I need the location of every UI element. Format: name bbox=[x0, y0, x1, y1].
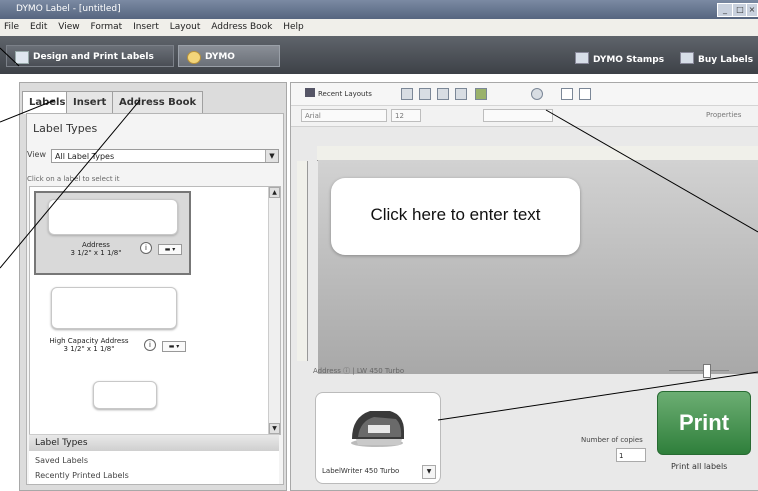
printer-name: LabelWriter 450 Turbo bbox=[322, 467, 400, 475]
label-thumbnail bbox=[51, 287, 177, 329]
label-name: High Capacity Address bbox=[49, 337, 129, 345]
tab-insert[interactable]: Insert bbox=[66, 91, 114, 114]
view-select-value: All Label Types bbox=[55, 152, 115, 161]
labels-pane: Label Types View All Label Types ▼ Click… bbox=[26, 113, 284, 485]
window-title: DYMO Label - [untitled] bbox=[16, 4, 121, 14]
close-button[interactable]: × bbox=[746, 3, 758, 17]
menu-bar: File Edit View Format Insert Layout Addr… bbox=[0, 19, 758, 37]
print-all-labels: Print all labels bbox=[671, 462, 728, 471]
label-gallery: Address 3 1/2" x 1 1/8" i ▬ ▾ High Capac… bbox=[29, 186, 281, 435]
minimize-button[interactable]: _ bbox=[717, 3, 733, 17]
left-panel: Labels Insert Address Book Label Types V… bbox=[19, 82, 287, 491]
select-hint: Click on a label to select it bbox=[27, 175, 120, 183]
gallery-scrollbar[interactable]: ▲ ▼ bbox=[268, 187, 280, 434]
zoom-slider-handle[interactable] bbox=[703, 364, 711, 378]
printer-icon bbox=[351, 411, 404, 447]
stamp-icon bbox=[575, 52, 589, 64]
label-types-bar[interactable]: Label Types bbox=[29, 435, 279, 451]
menu-view[interactable]: View bbox=[54, 19, 83, 32]
properties-button[interactable]: Properties bbox=[703, 109, 758, 122]
chevron-down-icon[interactable]: ▼ bbox=[422, 465, 436, 479]
label-item-address[interactable]: Address 3 1/2" x 1 1/8" i ▬ ▾ bbox=[34, 191, 191, 275]
undo-icon[interactable] bbox=[455, 88, 467, 100]
tab-dymo-online[interactable]: DYMO Online bbox=[178, 45, 280, 84]
menu-address-book[interactable]: Address Book bbox=[207, 19, 276, 32]
chevron-down-icon: ▼ bbox=[265, 150, 278, 162]
menu-help[interactable]: Help bbox=[279, 19, 308, 32]
tab-address-book[interactable]: Address Book bbox=[112, 91, 204, 114]
copy-icon[interactable] bbox=[437, 88, 449, 100]
print-button[interactable]: Print bbox=[657, 391, 751, 455]
font-size-select[interactable]: 12 bbox=[391, 109, 421, 122]
scroll-down-icon[interactable]: ▼ bbox=[269, 423, 280, 434]
recent-labels-link[interactable]: Recently Printed Labels bbox=[35, 471, 129, 480]
label-item-high-capacity[interactable]: High Capacity Address 3 1/2" x 1 1/8" i … bbox=[34, 281, 191, 371]
menu-edit[interactable]: Edit bbox=[26, 19, 51, 32]
label-name: Address bbox=[82, 241, 110, 249]
scroll-up-icon[interactable]: ▲ bbox=[269, 187, 280, 198]
font-select[interactable]: Arial bbox=[301, 109, 387, 122]
copies-stepper[interactable]: 1 bbox=[616, 448, 646, 462]
horizontal-ruler bbox=[317, 146, 758, 161]
info-icon[interactable]: i bbox=[144, 339, 156, 351]
editor-toolbar: Recent Layouts bbox=[291, 83, 758, 106]
view-select[interactable]: All Label Types ▼ bbox=[51, 149, 279, 163]
label-icon bbox=[15, 51, 29, 64]
zoom-icon[interactable] bbox=[531, 88, 543, 100]
buy-labels-link[interactable]: Buy Labels bbox=[680, 52, 753, 65]
globe-icon bbox=[187, 51, 201, 64]
label-options-button[interactable]: ▬ ▾ bbox=[162, 341, 186, 352]
menu-layout[interactable]: Layout bbox=[166, 19, 205, 32]
menu-file[interactable]: File bbox=[0, 19, 23, 32]
title-bar: DYMO Label - [untitled] _ □ × bbox=[0, 0, 758, 19]
label-size: 3 1/2" x 1 1/8" bbox=[70, 249, 122, 257]
dymo-stamps-link[interactable]: DYMO Stamps bbox=[575, 52, 664, 65]
editor-panel: Recent Layouts Arial 12 Properties Click… bbox=[290, 82, 758, 491]
label-size: 3 1/2" x 1 1/8" bbox=[63, 345, 115, 353]
align-right-icon[interactable] bbox=[579, 88, 591, 100]
cart-icon bbox=[680, 52, 694, 64]
tab-design-label: Design and Print Labels bbox=[33, 52, 154, 62]
menu-format[interactable]: Format bbox=[86, 19, 126, 32]
label-editor[interactable]: Click here to enter text bbox=[331, 178, 580, 255]
label-types-header: Label Types bbox=[33, 122, 98, 135]
label-thumbnail bbox=[48, 199, 178, 235]
vertical-ruler bbox=[297, 161, 308, 361]
align-left-icon[interactable] bbox=[561, 88, 573, 100]
format-toolbar: Arial 12 Properties bbox=[291, 106, 758, 127]
buy-label: Buy Labels bbox=[698, 55, 754, 65]
label-types-section: Label Types Saved Labels Recently Printe… bbox=[29, 434, 279, 484]
saved-labels-link[interactable]: Saved Labels bbox=[35, 456, 88, 465]
printer-selector[interactable]: LabelWriter 450 Turbo ▼ bbox=[315, 392, 441, 484]
label-item-small[interactable] bbox=[93, 381, 157, 409]
recent-layouts-button[interactable]: Recent Layouts bbox=[305, 88, 372, 100]
view-label: View bbox=[27, 150, 46, 159]
paste-icon[interactable] bbox=[475, 88, 487, 100]
menu-insert[interactable]: Insert bbox=[129, 19, 163, 32]
copies-label: Number of copies bbox=[581, 436, 643, 444]
tab-design-and-print[interactable]: Design and Print Labels bbox=[6, 45, 174, 67]
save-icon[interactable] bbox=[401, 88, 413, 100]
layout-icon bbox=[305, 88, 315, 97]
info-icon[interactable]: i bbox=[140, 242, 152, 254]
cut-icon[interactable] bbox=[419, 88, 431, 100]
label-status: Address ⓘ | LW 450 Turbo bbox=[313, 367, 405, 375]
tab-labels[interactable]: Labels bbox=[22, 91, 73, 114]
enter-text-placeholder[interactable]: Click here to enter text bbox=[331, 205, 580, 225]
label-options-button[interactable]: ▬ ▾ bbox=[158, 244, 182, 255]
style-select[interactable] bbox=[483, 109, 553, 122]
ribbon: Design and Print Labels DYMO Online DYMO… bbox=[0, 36, 758, 84]
recent-layouts-label: Recent Layouts bbox=[318, 90, 372, 98]
zoom-slider-track[interactable] bbox=[669, 370, 729, 371]
tab-online-label: DYMO Online bbox=[205, 52, 238, 84]
stamps-label: DYMO Stamps bbox=[593, 55, 665, 65]
